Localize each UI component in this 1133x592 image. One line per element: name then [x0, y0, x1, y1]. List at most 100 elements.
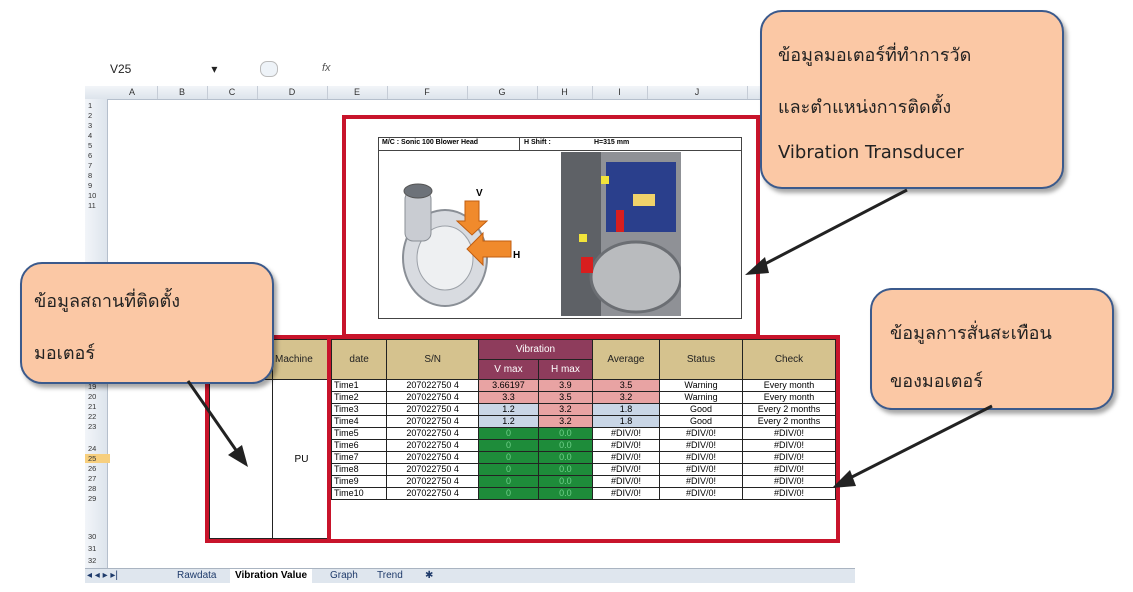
row-header[interactable]: 5: [85, 141, 110, 150]
vmax-cell[interactable]: 0: [478, 487, 539, 500]
name-box[interactable]: V25 ▾: [110, 62, 270, 80]
hmax-cell[interactable]: 3.5: [537, 391, 593, 404]
column-header[interactable]: A: [107, 86, 158, 99]
hmax-cell[interactable]: 0.0: [537, 451, 593, 464]
name-box-dropdown-icon[interactable]: ▾: [211, 62, 217, 76]
tab-graph[interactable]: Graph: [330, 569, 358, 583]
date-cell[interactable]: Time2: [330, 391, 388, 404]
hmax-cell[interactable]: 0.0: [537, 439, 593, 452]
date-cell[interactable]: Time9: [330, 475, 388, 488]
date-cell[interactable]: Time10: [330, 487, 388, 500]
tab-vibration-value[interactable]: Vibration Value: [230, 569, 313, 583]
date-cell[interactable]: Time7: [330, 451, 388, 464]
sn-cell[interactable]: 207022750 4: [386, 427, 480, 440]
sn-cell[interactable]: 207022750 4: [386, 487, 480, 500]
row-header[interactable]: 6: [85, 151, 110, 160]
sn-cell[interactable]: 207022750 4: [386, 379, 480, 392]
formula-bar-button[interactable]: [260, 61, 278, 77]
date-cell[interactable]: Time5: [330, 427, 388, 440]
row-header[interactable]: 30: [85, 532, 110, 541]
row-header[interactable]: 24: [85, 444, 110, 453]
hmax-cell[interactable]: 0.0: [537, 487, 593, 500]
column-header[interactable]: B: [157, 86, 208, 99]
vmax-cell[interactable]: 1.2: [478, 403, 539, 416]
average-cell[interactable]: 1.8: [591, 415, 661, 428]
sn-cell[interactable]: 207022750 4: [386, 439, 480, 452]
hmax-cell[interactable]: 3.2: [537, 415, 593, 428]
vmax-cell[interactable]: 1.2: [478, 415, 539, 428]
row-header[interactable]: 32: [85, 556, 110, 565]
average-cell[interactable]: #DIV/0!: [591, 427, 661, 440]
row-header[interactable]: 29: [85, 494, 110, 503]
average-cell[interactable]: #DIV/0!: [591, 475, 661, 488]
hmax-cell[interactable]: 3.2: [537, 403, 593, 416]
row-header[interactable]: 8: [85, 171, 110, 180]
row-header[interactable]: 31: [85, 544, 110, 553]
row-header[interactable]: 28: [85, 484, 110, 493]
row-header[interactable]: 22: [85, 412, 110, 421]
average-cell[interactable]: #DIV/0!: [591, 451, 661, 464]
average-cell[interactable]: 3.2: [591, 391, 661, 404]
row-header[interactable]: 2: [85, 111, 110, 120]
average-cell[interactable]: #DIV/0!: [591, 439, 661, 452]
date-cell[interactable]: Time3: [330, 403, 388, 416]
average-cell[interactable]: 1.8: [591, 403, 661, 416]
status-cell[interactable]: #DIV/0!: [659, 439, 743, 452]
date-cell[interactable]: Time4: [330, 415, 388, 428]
machine-cell[interactable]: PU: [272, 379, 331, 539]
tab-rawdata[interactable]: Rawdata: [177, 569, 216, 583]
date-cell[interactable]: Time6: [330, 439, 388, 452]
average-cell[interactable]: #DIV/0!: [591, 487, 661, 500]
sn-cell[interactable]: 207022750 4: [386, 415, 480, 428]
hmax-cell[interactable]: 0.0: [537, 427, 593, 440]
vmax-cell[interactable]: 0: [478, 439, 539, 452]
vmax-cell[interactable]: 0: [478, 463, 539, 476]
status-cell[interactable]: #DIV/0!: [659, 451, 743, 464]
row-header[interactable]: 27: [85, 474, 110, 483]
check-cell[interactable]: Every month: [742, 379, 836, 392]
row-header[interactable]: 3: [85, 121, 110, 130]
vmax-cell[interactable]: 0: [478, 427, 539, 440]
row-header[interactable]: 9: [85, 181, 110, 190]
average-cell[interactable]: #DIV/0!: [591, 463, 661, 476]
status-cell[interactable]: #DIV/0!: [659, 427, 743, 440]
status-cell[interactable]: Good: [659, 415, 743, 428]
row-header[interactable]: 23: [85, 422, 110, 431]
status-cell[interactable]: #DIV/0!: [659, 475, 743, 488]
column-header[interactable]: F: [387, 86, 468, 99]
row-header[interactable]: 20: [85, 392, 110, 401]
column-header[interactable]: H: [537, 86, 593, 99]
fx-icon[interactable]: fx: [322, 62, 331, 74]
row-header[interactable]: 21: [85, 402, 110, 411]
row-header[interactable]: 11: [85, 201, 110, 210]
tab-nav-arrows[interactable]: ◂ ◂ ▸ ▸|: [87, 569, 118, 583]
vmax-cell[interactable]: 3.66197: [478, 379, 539, 392]
hmax-cell[interactable]: 3.9: [537, 379, 593, 392]
hmax-cell[interactable]: 0.0: [537, 475, 593, 488]
row-header[interactable]: 1: [85, 101, 110, 110]
column-header[interactable]: I: [592, 86, 648, 99]
sn-cell[interactable]: 207022750 4: [386, 463, 480, 476]
sn-cell[interactable]: 207022750 4: [386, 475, 480, 488]
row-header[interactable]: 7: [85, 161, 110, 170]
status-cell[interactable]: #DIV/0!: [659, 487, 743, 500]
vmax-cell[interactable]: 0: [478, 451, 539, 464]
status-cell[interactable]: #DIV/0!: [659, 463, 743, 476]
status-cell[interactable]: Warning: [659, 379, 743, 392]
new-sheet-icon[interactable]: ✱: [425, 569, 433, 583]
sn-cell[interactable]: 207022750 4: [386, 403, 480, 416]
column-header[interactable]: G: [467, 86, 538, 99]
vmax-cell[interactable]: 3.3: [478, 391, 539, 404]
date-cell[interactable]: Time8: [330, 463, 388, 476]
row-header[interactable]: 26: [85, 464, 110, 473]
row-header-selected[interactable]: 25: [85, 454, 110, 463]
average-cell[interactable]: 3.5: [591, 379, 661, 392]
hmax-cell[interactable]: 0.0: [537, 463, 593, 476]
date-cell[interactable]: Time1: [330, 379, 388, 392]
row-header[interactable]: 4: [85, 131, 110, 140]
column-header[interactable]: E: [327, 86, 388, 99]
vmax-cell[interactable]: 0: [478, 475, 539, 488]
column-header[interactable]: J: [647, 86, 748, 99]
sn-cell[interactable]: 207022750 4: [386, 451, 480, 464]
row-header[interactable]: 10: [85, 191, 110, 200]
